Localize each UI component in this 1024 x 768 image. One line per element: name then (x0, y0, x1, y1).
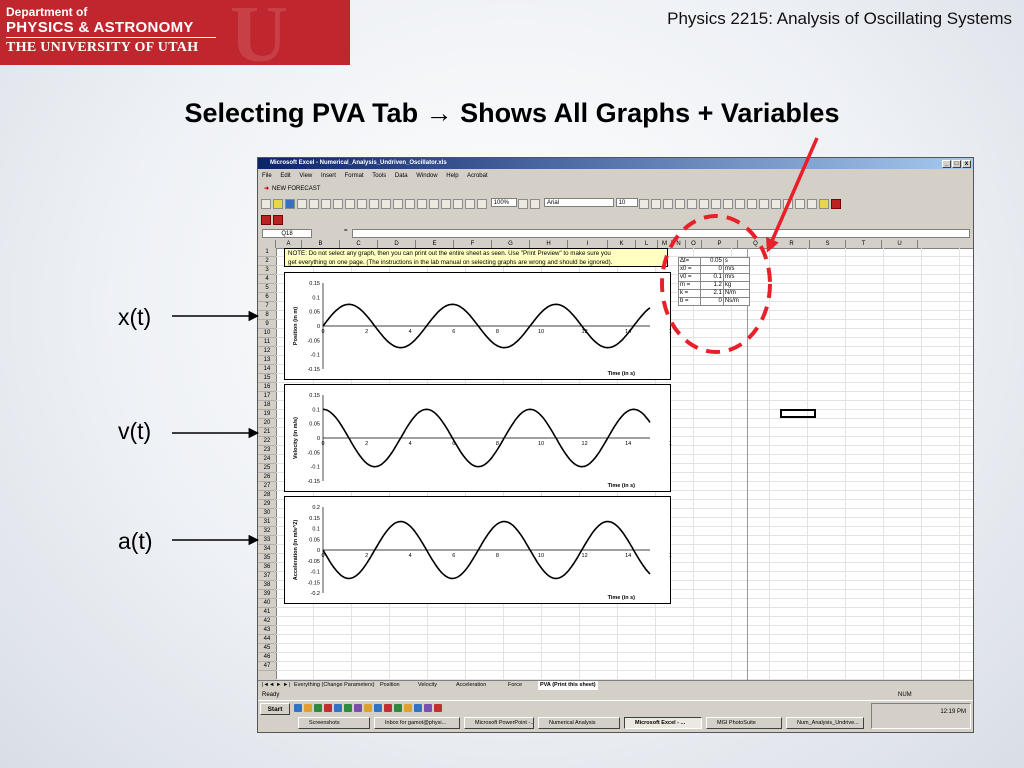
annotation-overlay (172, 137, 819, 546)
variables-highlight-circle (660, 214, 772, 354)
red-pointer-arrow (766, 137, 819, 253)
